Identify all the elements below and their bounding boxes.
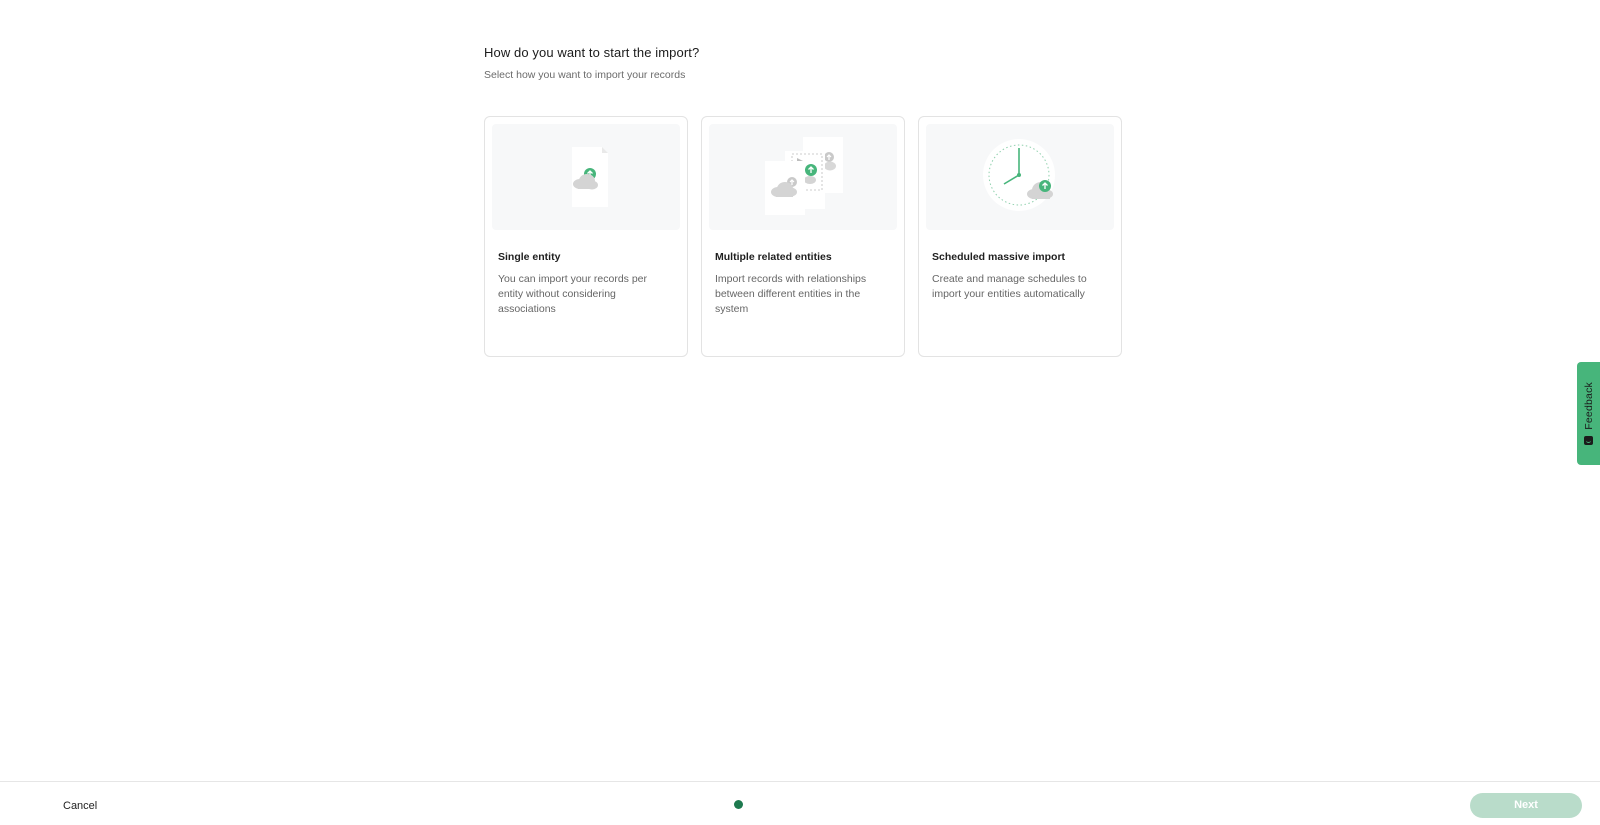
option-title: Multiple related entities [715,251,832,263]
page-subtitle: Select how you want to import your recor… [484,69,686,81]
next-button[interactable]: Next [1470,793,1582,818]
clock-upload-icon [926,124,1114,230]
option-card-multiple-entities[interactable]: Multiple related entities Import records… [701,116,905,357]
option-card-single-entity[interactable]: Single entity You can import your record… [484,116,688,357]
option-description: Import records with relationships betwee… [715,273,867,315]
page-header: How do you want to start the import? Sel… [484,45,1124,81]
option-description: You can import your records per entity w… [498,273,648,315]
wizard-footer: Cancel Next [0,781,1600,825]
option-description: Create and manage schedules to import yo… [932,273,1087,300]
step-indicator [734,800,743,809]
page-title: How do you want to start the import? [484,45,700,60]
feedback-tab[interactable]: Feedback [1577,362,1600,465]
multiple-files-upload-icon [709,124,897,230]
smiley-icon [1584,435,1593,445]
feedback-label: Feedback [1582,382,1595,430]
option-title: Scheduled massive import [932,251,1066,263]
import-start-page: How do you want to start the import? Sel… [0,0,1600,825]
single-file-upload-icon [492,124,680,230]
cancel-button[interactable]: Cancel [63,800,97,812]
import-options: Single entity You can import your record… [484,116,1122,357]
option-title: Single entity [498,251,561,263]
option-card-scheduled-import[interactable]: Scheduled massive import Create and mana… [918,116,1122,357]
